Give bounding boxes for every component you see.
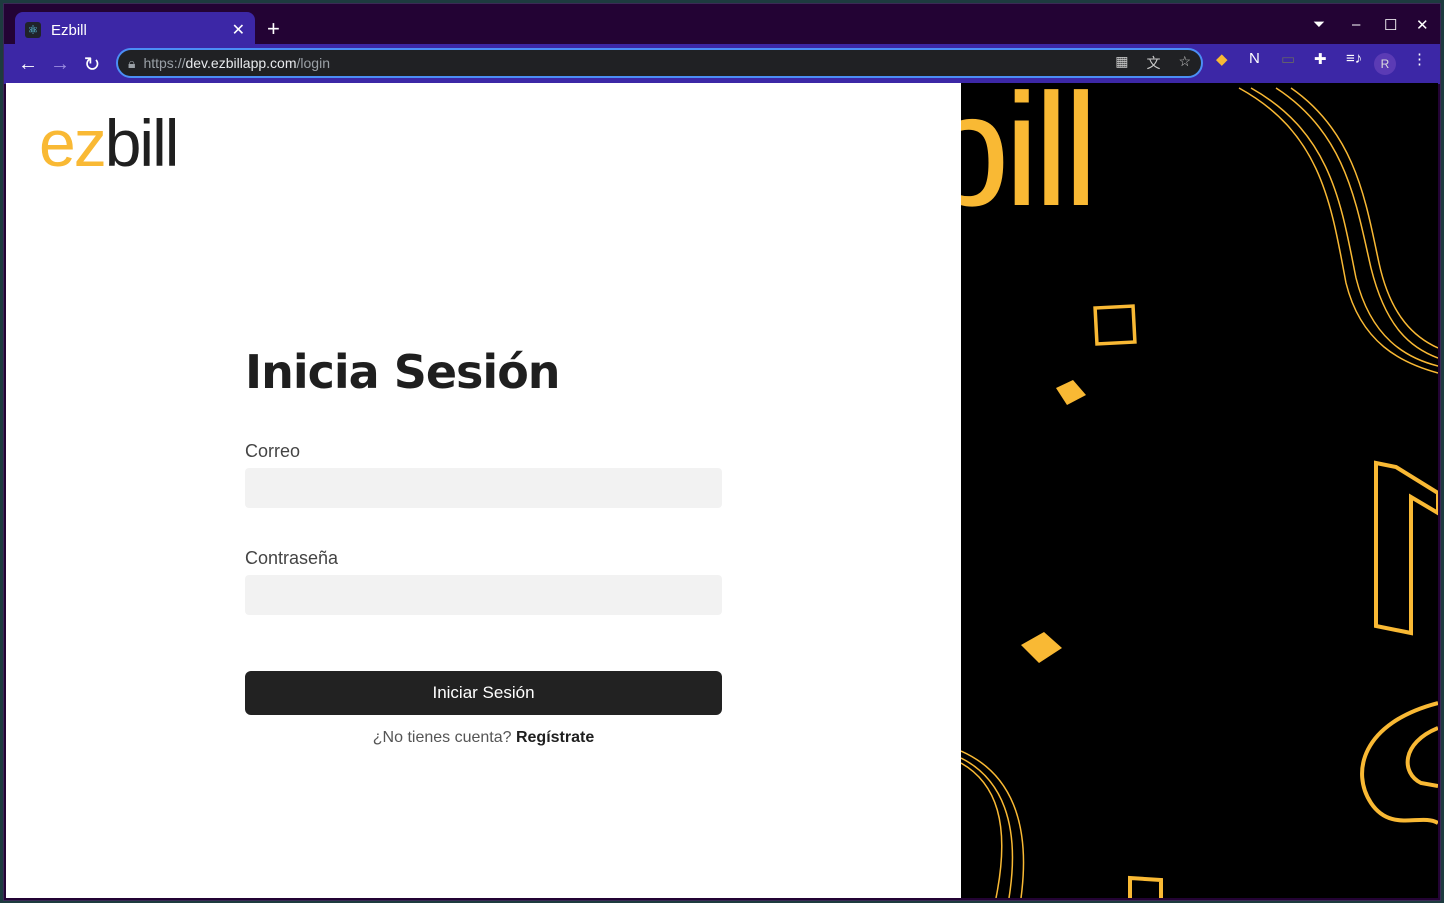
screenshot-icon[interactable]: ▭ <box>1281 50 1295 68</box>
login-page: ezbill Inicia Sesión Correo Contraseña I… <box>6 83 1438 898</box>
email-field[interactable] <box>245 468 722 508</box>
close-window-button[interactable]: ✕ <box>1416 16 1429 34</box>
tab-ezbill[interactable]: ⚛ Ezbill ✕ <box>15 12 255 48</box>
address-bar[interactable]: 🔒︎ https://dev.ezbillapp.com/login ▦ 文 ☆ <box>116 48 1203 78</box>
back-button[interactable]: ← <box>12 53 44 76</box>
forward-button[interactable]: → <box>44 53 76 76</box>
signup-prompt: ¿No tienes cuenta? Regístrate <box>245 729 722 747</box>
email-label: Correo <box>245 441 301 461</box>
password-field[interactable] <box>245 575 722 615</box>
translate-icon[interactable]: 文 <box>1146 53 1160 73</box>
close-tab-icon[interactable]: ✕ <box>232 20 245 40</box>
minimize-button[interactable]: – <box>1352 16 1360 33</box>
tab-title: Ezbill <box>51 21 87 39</box>
profile-avatar[interactable]: R <box>1374 53 1396 75</box>
background-logo-text: bill <box>961 83 1093 239</box>
menu-icon[interactable]: ⋮ <box>1412 50 1427 68</box>
decorative-panel: bill <box>921 83 1438 898</box>
login-panel: ezbill Inicia Sesión Correo Contraseña I… <box>6 83 961 898</box>
c-outline <box>1360 701 1438 825</box>
react-favicon-icon: ⚛ <box>25 22 41 38</box>
url-host: dev.ezbillapp.com <box>185 55 297 71</box>
url-scheme: https:// <box>143 55 186 71</box>
signup-link[interactable]: Regístrate <box>516 729 594 746</box>
signup-text: ¿No tienes cuenta? <box>372 729 512 746</box>
notion-icon[interactable]: N <box>1249 50 1260 67</box>
decorative-shapes: bill <box>921 83 1438 898</box>
qr-code-icon[interactable]: ▦ <box>1115 53 1128 73</box>
login-form: Inicia Sesión Correo Contraseña Iniciar … <box>245 345 722 747</box>
ezbill-logo: ezbill <box>39 106 179 180</box>
media-queue-icon[interactable]: ≡♪ <box>1346 50 1362 67</box>
square-outline <box>1093 304 1137 346</box>
diamond-large <box>1021 632 1062 663</box>
tab-search-icon[interactable]: ⏷ <box>1313 16 1325 33</box>
n-outline <box>1374 460 1438 636</box>
url-path: /login <box>296 55 330 71</box>
new-tab-button[interactable]: + <box>267 16 280 42</box>
login-button[interactable]: Iniciar Sesión <box>245 671 722 715</box>
lock-icon: 🔒︎ <box>128 54 136 71</box>
browser-window: ⚛ Ezbill ✕ + ⏷ – ☐ ✕ ← → ↻ 🔒︎ https://de… <box>3 3 1441 901</box>
bookmark-star-icon[interactable]: ☆ <box>1178 53 1191 73</box>
bracket-shape <box>1128 875 1163 898</box>
extensions-puzzle-icon[interactable]: ✚ <box>1314 50 1327 68</box>
diamond-small <box>1056 380 1086 405</box>
browser-toolbar: ← → ↻ 🔒︎ https://dev.ezbillapp.com/login… <box>4 44 1440 84</box>
reload-button[interactable]: ↻ <box>76 52 108 77</box>
extension-icon[interactable]: ◆ <box>1216 50 1228 68</box>
password-label: Contraseña <box>245 548 339 568</box>
maximize-button[interactable]: ☐ <box>1384 16 1397 34</box>
page-title: Inicia Sesión <box>245 345 561 399</box>
